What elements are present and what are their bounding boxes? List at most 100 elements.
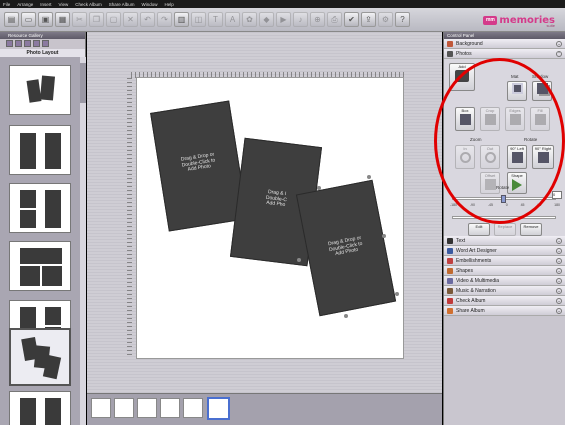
edges-button[interactable]: Edges (505, 107, 525, 131)
print-icon[interactable]: ⎙ (327, 12, 342, 27)
undo-icon[interactable]: ↶ (140, 12, 155, 27)
chevron-down-icon[interactable]: ⌄ (556, 238, 562, 244)
shadow-button[interactable] (532, 81, 552, 101)
page-thumb-2[interactable] (114, 398, 134, 418)
gallery-tab-text-icon[interactable] (42, 40, 49, 47)
layout-thumb-2[interactable] (9, 125, 71, 175)
rotate-slider-knob[interactable] (501, 195, 506, 203)
replace-button[interactable]: Replace (494, 223, 516, 236)
menu-check-album[interactable]: Check Album (75, 2, 102, 7)
resize-handle[interactable] (297, 258, 301, 262)
menu-insert[interactable]: Insert (40, 2, 51, 7)
photo-placeholder-3[interactable]: Drag & Drop or Double-Click to Add Photo (295, 179, 397, 317)
embellish-icon[interactable]: ✿ (242, 12, 257, 27)
chevron-down-icon[interactable]: ⌄ (556, 41, 562, 47)
section-shapes[interactable]: Shapes ⌄ (444, 266, 565, 276)
layout-thumb-6-selected[interactable] (9, 328, 71, 386)
page-thumb-6-selected[interactable] (207, 397, 230, 420)
layout-thumb-1[interactable] (9, 65, 71, 115)
rotate-right-button[interactable]: 90° Right (532, 145, 554, 169)
zoom-tool-icon[interactable]: ⊕ (310, 12, 325, 27)
album-icon[interactable]: ▦ (55, 12, 70, 27)
shape-button[interactable]: Shape (507, 172, 527, 194)
menu-file[interactable]: File (3, 2, 10, 7)
menu-share-album[interactable]: Share Album (109, 2, 135, 7)
text-tool-icon[interactable]: T (208, 12, 223, 27)
delete-icon[interactable]: ✕ (123, 12, 138, 27)
page-layout-icon[interactable]: ▥ (174, 12, 189, 27)
photo-tool-icon[interactable]: ◫ (191, 12, 206, 27)
layout-thumb-3[interactable] (9, 183, 71, 233)
section-video[interactable]: Video & Multimedia ⌄ (444, 276, 565, 286)
layout-thumb-7[interactable] (9, 391, 71, 425)
photo-placeholder-1[interactable]: Drag & Drop or Double-Click to Add Photo (150, 100, 248, 232)
page-thumb-4[interactable] (160, 398, 180, 418)
remove-button[interactable]: Remove (520, 223, 542, 236)
word-art-icon[interactable]: A (225, 12, 240, 27)
scrollbar-thumb[interactable] (80, 63, 86, 103)
share-album-icon[interactable]: ⇪ (361, 12, 376, 27)
resize-handle[interactable] (395, 292, 399, 296)
section-text[interactable]: Text ⌄ (444, 236, 565, 246)
zoom-in-button[interactable]: In (455, 145, 475, 169)
menu-view[interactable]: View (59, 2, 69, 7)
gallery-tab-background-icon[interactable] (15, 40, 22, 47)
crop-button[interactable]: Crop (480, 107, 500, 131)
resize-handle[interactable] (367, 175, 371, 179)
chevron-down-icon[interactable]: ⌄ (556, 308, 562, 314)
chevron-down-icon[interactable]: ⌄ (556, 258, 562, 264)
menu-arrange[interactable]: Arrange (17, 2, 33, 7)
secondary-slider[interactable] (452, 216, 556, 219)
new-album-icon[interactable]: ▤ (4, 12, 19, 27)
section-embellishments[interactable]: Embellishments ⌄ (444, 256, 565, 266)
offset-button[interactable]: Offset (480, 172, 500, 194)
chevron-down-icon[interactable]: ⌄ (556, 298, 562, 304)
section-word-art[interactable]: Word Art Designer ⌄ (444, 246, 565, 256)
resize-handle[interactable] (317, 186, 321, 190)
page-thumb-5[interactable] (183, 398, 203, 418)
section-background[interactable]: Background ⌄ (444, 39, 565, 49)
shape-tool-icon[interactable]: ◆ (259, 12, 274, 27)
section-photos[interactable]: Photos ⌃ (444, 49, 565, 59)
rotate-slider[interactable] (452, 195, 556, 203)
chevron-up-icon[interactable]: ⌃ (556, 51, 562, 57)
section-music[interactable]: Music & Narration ⌄ (444, 286, 565, 296)
mat-button[interactable] (507, 81, 527, 101)
chevron-down-icon[interactable]: ⌄ (556, 278, 562, 284)
cut-icon[interactable]: ✂ (72, 12, 87, 27)
rotate-value-field[interactable]: 0 (552, 191, 562, 199)
menu-help[interactable]: Help (165, 2, 174, 7)
chevron-down-icon[interactable]: ⌄ (556, 248, 562, 254)
section-check-album[interactable]: Check Album ⌄ (444, 296, 565, 306)
zoom-out-button[interactable]: Out (480, 145, 500, 169)
page-thumb-1[interactable] (91, 398, 111, 418)
resize-handle[interactable] (382, 234, 386, 238)
box-button[interactable]: Box (455, 107, 475, 131)
fill-button[interactable]: Fill (530, 107, 550, 131)
gallery-scrollbar[interactable] (80, 57, 86, 425)
section-share-album[interactable]: Share Album ⌄ (444, 306, 565, 316)
add-photo-button[interactable]: Add (449, 63, 475, 91)
gallery-tab-embellish-icon[interactable] (24, 40, 31, 47)
menu-window[interactable]: Window (142, 2, 158, 7)
save-icon[interactable]: ▣ (38, 12, 53, 27)
gallery-tab-layout-icon[interactable] (6, 40, 13, 47)
copy-icon[interactable]: ❐ (89, 12, 104, 27)
settings-icon[interactable]: ⚙ (378, 12, 393, 27)
chevron-down-icon[interactable]: ⌄ (556, 288, 562, 294)
edit-button[interactable]: Edit (468, 223, 490, 236)
redo-icon[interactable]: ↷ (157, 12, 172, 27)
paste-icon[interactable]: ▢ (106, 12, 121, 27)
resize-handle[interactable] (344, 314, 348, 318)
video-tool-icon[interactable]: ▶ (276, 12, 291, 27)
help-icon[interactable]: ? (395, 12, 410, 27)
check-album-icon[interactable]: ✔ (344, 12, 359, 27)
open-folder-icon[interactable]: ▭ (21, 12, 36, 27)
page-thumb-3[interactable] (137, 398, 157, 418)
layout-thumb-4[interactable] (9, 241, 71, 291)
chevron-down-icon[interactable]: ⌄ (556, 268, 562, 274)
gallery-tab-photo-icon[interactable] (33, 40, 40, 47)
album-page[interactable]: Drag & Drop or Double-Click to Add Photo… (136, 77, 404, 359)
music-tool-icon[interactable]: ♪ (293, 12, 308, 27)
rotate-left-button[interactable]: 90° Left (507, 145, 527, 169)
